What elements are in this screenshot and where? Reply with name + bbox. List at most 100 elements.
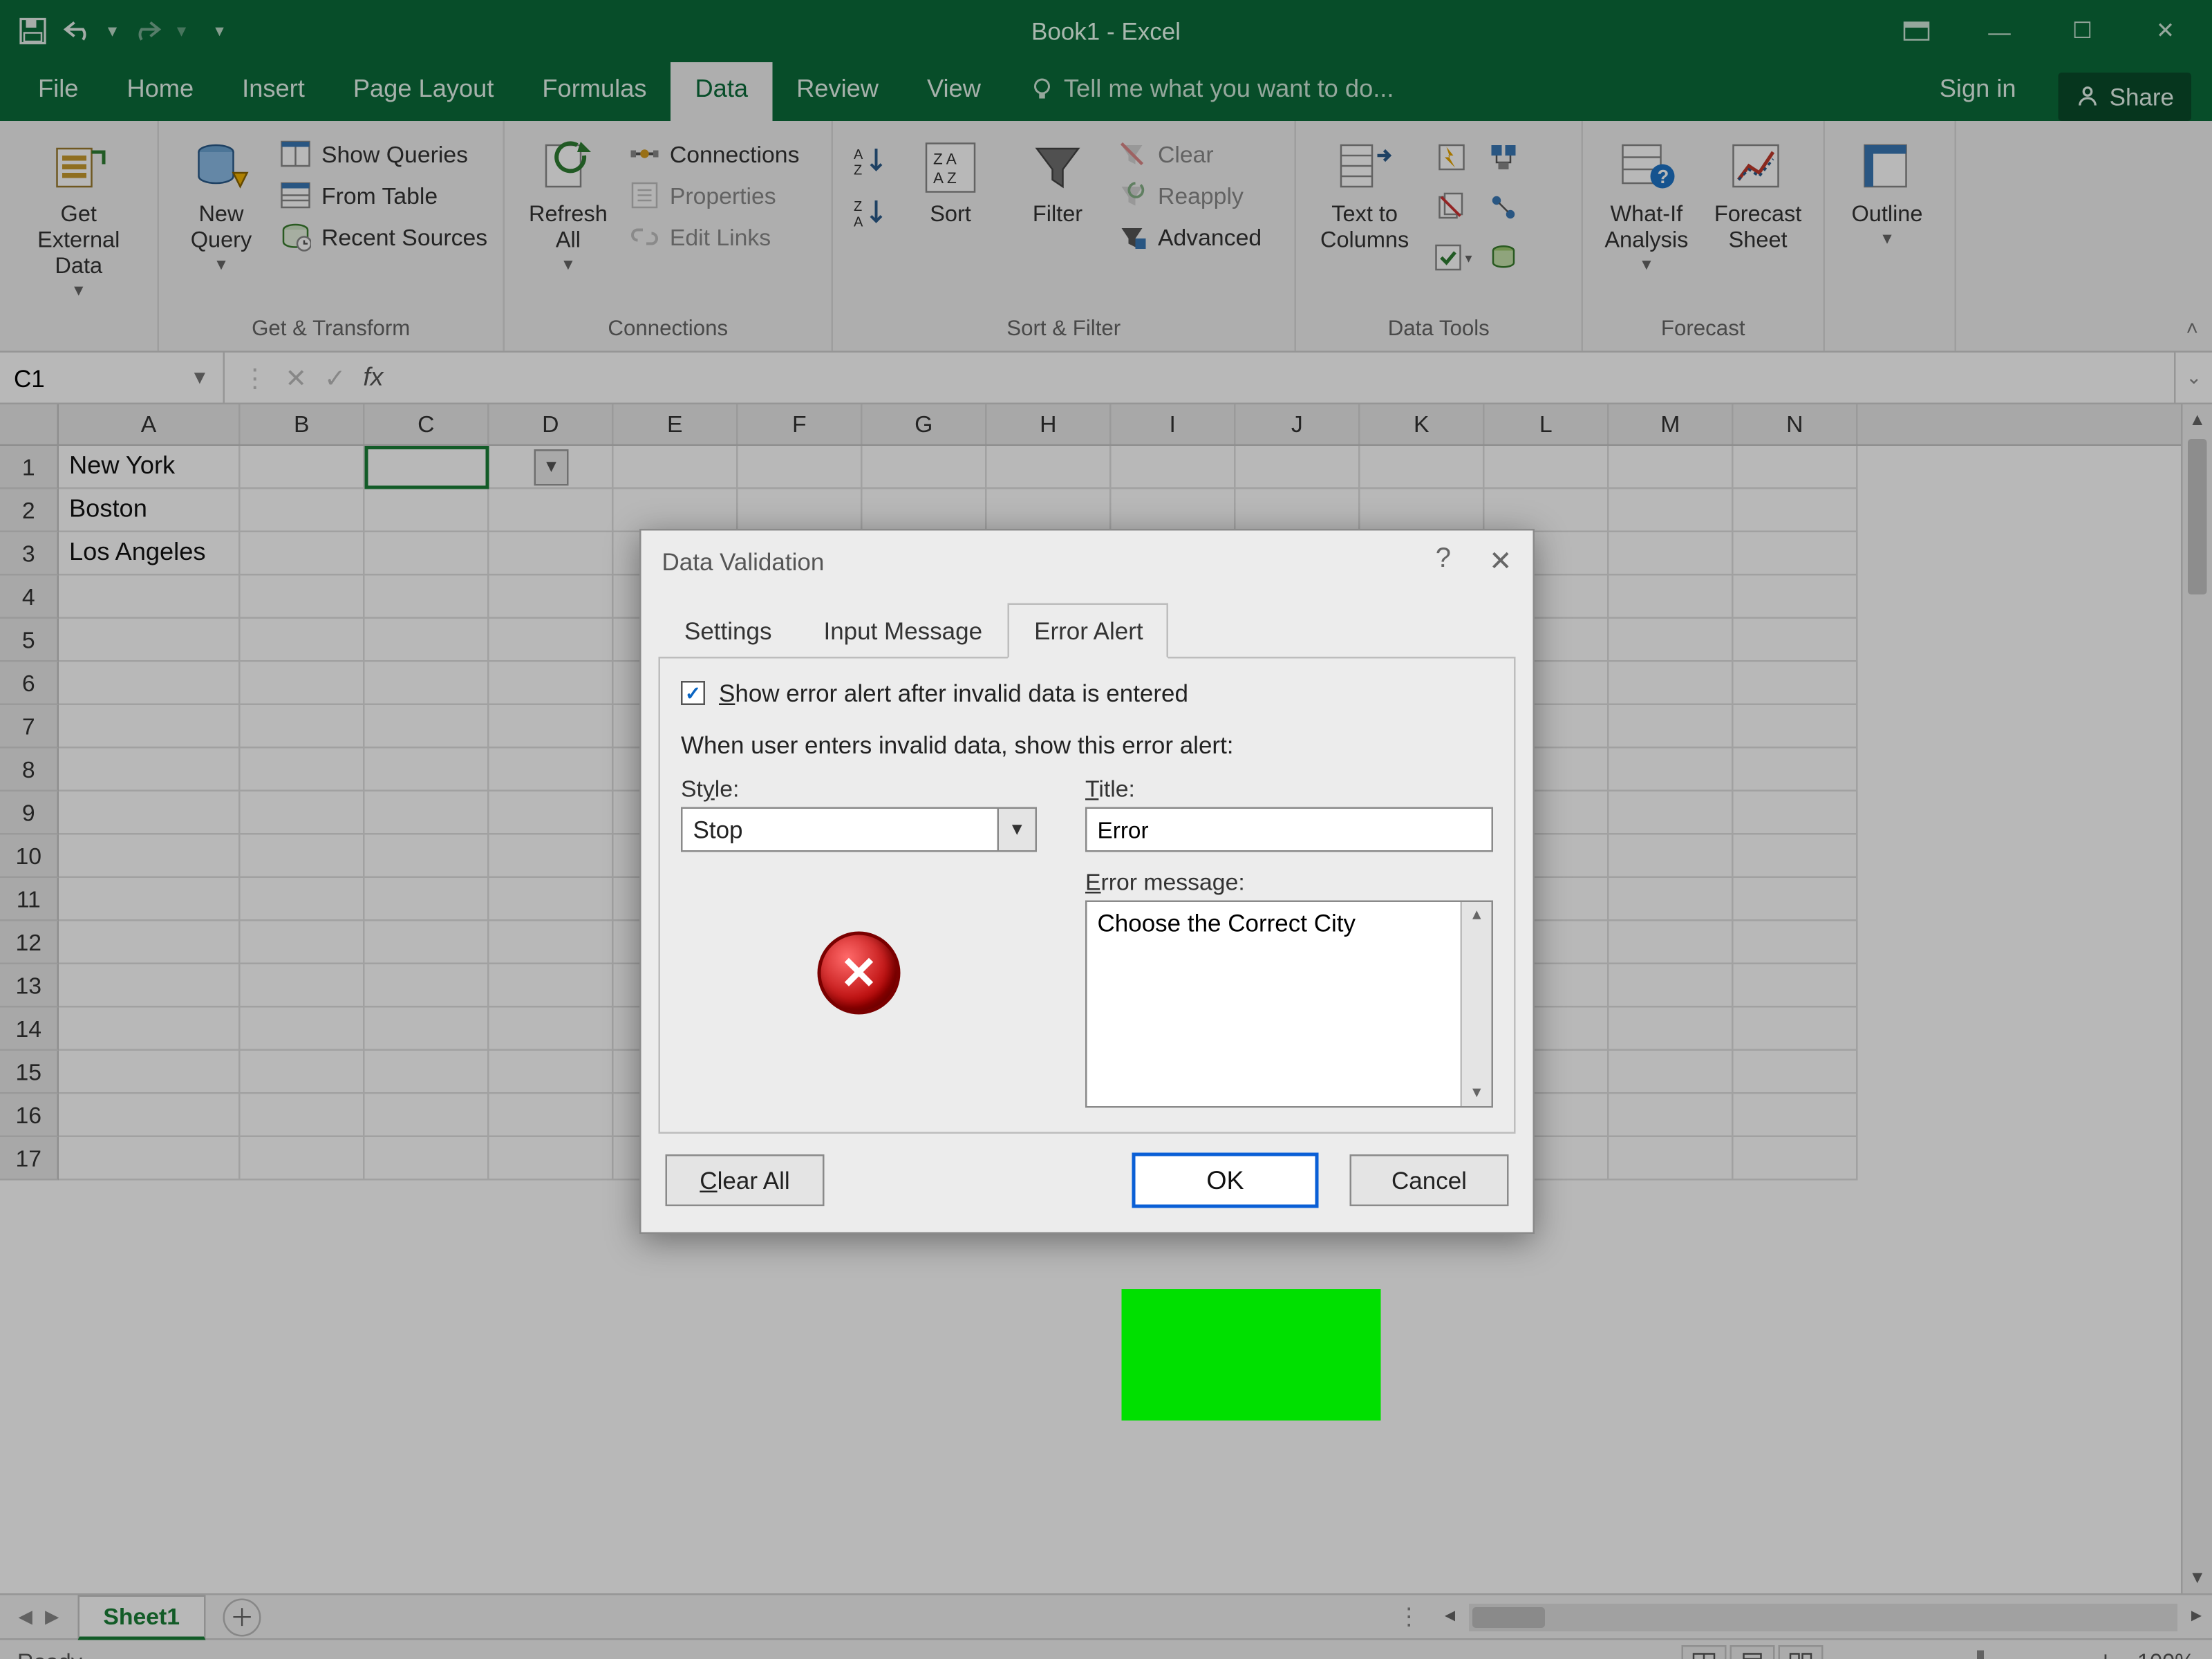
sign-in-link[interactable]: Sign in [1915,62,2041,121]
properties-button[interactable]: Properties [628,176,800,214]
cell[interactable] [59,1008,241,1051]
undo-icon[interactable] [59,12,97,50]
cell[interactable] [241,1051,365,1094]
cell[interactable] [241,705,365,749]
page-break-view-button[interactable] [1779,1644,1824,1659]
cell[interactable] [1609,749,1734,792]
cell[interactable] [1112,489,1236,533]
cell[interactable] [365,705,489,749]
cell[interactable] [738,446,863,489]
cell[interactable] [1734,749,1858,792]
cell[interactable] [489,1094,614,1138]
cell[interactable] [1609,1051,1734,1094]
cell[interactable] [863,446,987,489]
cell[interactable] [1609,576,1734,619]
tab-home[interactable]: Home [102,62,218,121]
cell[interactable] [365,446,489,489]
cell[interactable] [1609,619,1734,662]
cell[interactable] [1360,489,1485,533]
filter-button[interactable]: Filter [1009,131,1106,234]
ribbon-display-options-icon[interactable] [1877,7,1956,55]
cell[interactable] [1734,446,1858,489]
cell[interactable] [489,791,614,835]
cell[interactable] [489,619,614,662]
column-header[interactable]: I [1112,404,1236,444]
cell[interactable] [365,1008,489,1051]
name-box-dropdown-icon[interactable]: ▼ [190,367,209,388]
new-query-button[interactable]: New Query ▼ [173,131,270,280]
cell[interactable] [241,1008,365,1051]
cell[interactable] [365,835,489,879]
expand-formula-bar-icon[interactable]: ⌄ [2174,353,2212,403]
cell[interactable] [365,489,489,533]
enter-formula-icon[interactable]: ✓ [324,362,346,393]
tab-data[interactable]: Data [671,62,773,121]
sheet-nav-next-icon[interactable]: ► [40,1604,63,1630]
sort-desc-button[interactable]: ZA [847,190,892,235]
cell[interactable] [489,835,614,879]
cell[interactable] [59,878,241,921]
cell[interactable] [59,749,241,792]
cell[interactable] [489,749,614,792]
row-header[interactable]: 13 [0,964,59,1008]
select-all-corner[interactable] [0,404,59,444]
recent-sources-button[interactable]: Recent Sources [280,218,487,256]
column-header[interactable]: K [1360,404,1485,444]
share-button[interactable]: Share [2058,73,2191,121]
row-header[interactable]: 2 [0,489,59,533]
cell[interactable] [59,1051,241,1094]
style-dropdown-icon[interactable]: ▼ [999,807,1037,852]
tab-view[interactable]: View [903,62,1005,121]
from-table-button[interactable]: From Table [280,176,487,214]
cell[interactable] [59,576,241,619]
cell[interactable] [489,662,614,706]
cell[interactable] [1734,576,1858,619]
cell[interactable] [365,878,489,921]
cell[interactable] [241,1094,365,1138]
column-header[interactable]: C [365,404,489,444]
cell[interactable] [365,1094,489,1138]
column-header[interactable]: D [489,404,614,444]
maximize-button[interactable]: ☐ [2043,7,2122,55]
column-header[interactable]: N [1734,404,1858,444]
cell[interactable] [241,749,365,792]
cancel-formula-icon[interactable]: ✕ [285,362,307,393]
cell[interactable] [1734,878,1858,921]
dialog-tab-error-alert[interactable]: Error Alert [1009,603,1170,659]
cell-dropdown-icon[interactable]: ▼ [534,449,569,486]
add-sheet-button[interactable]: ＋ [223,1597,261,1635]
cell[interactable] [1734,619,1858,662]
cell[interactable] [365,619,489,662]
cell[interactable] [241,532,365,576]
tab-review[interactable]: Review [772,62,903,121]
hscroll-left-icon[interactable]: ◄ [1434,1607,1465,1627]
cell[interactable] [241,791,365,835]
scroll-up-icon[interactable]: ▲ [2183,404,2212,435]
name-box[interactable]: C1 ▼ [0,353,225,403]
cell[interactable] [59,705,241,749]
cell[interactable] [365,964,489,1008]
save-icon[interactable] [14,12,52,50]
advanced-button[interactable]: Advanced [1116,218,1262,256]
cell[interactable] [241,878,365,921]
column-header[interactable]: E [614,404,738,444]
ok-button[interactable]: OK [1132,1153,1319,1208]
edit-links-button[interactable]: Edit Links [628,218,800,256]
normal-view-button[interactable] [1682,1644,1727,1659]
cell[interactable] [987,489,1112,533]
cell[interactable] [614,489,738,533]
connections-button[interactable]: Connections [628,135,800,173]
horizontal-scrollbar[interactable]: ⋮ ◄ ► [1397,1595,2212,1639]
cell[interactable]: New York [59,446,241,489]
dialog-close-icon[interactable]: ✕ [1489,545,1512,579]
hscroll-thumb[interactable] [1472,1606,1545,1627]
cell[interactable] [365,791,489,835]
cell[interactable] [1609,446,1734,489]
show-error-checkbox[interactable]: ✓ Show error alert after invalid data is… [681,679,1493,707]
vertical-scrollbar[interactable]: ▲ ▼ [2181,404,2212,1593]
dialog-tab-settings[interactable]: Settings [659,603,798,659]
cell[interactable] [987,446,1112,489]
cell[interactable] [1734,662,1858,706]
hscroll-right-icon[interactable]: ► [2181,1607,2212,1627]
sort-asc-button[interactable]: AZ [847,138,892,183]
